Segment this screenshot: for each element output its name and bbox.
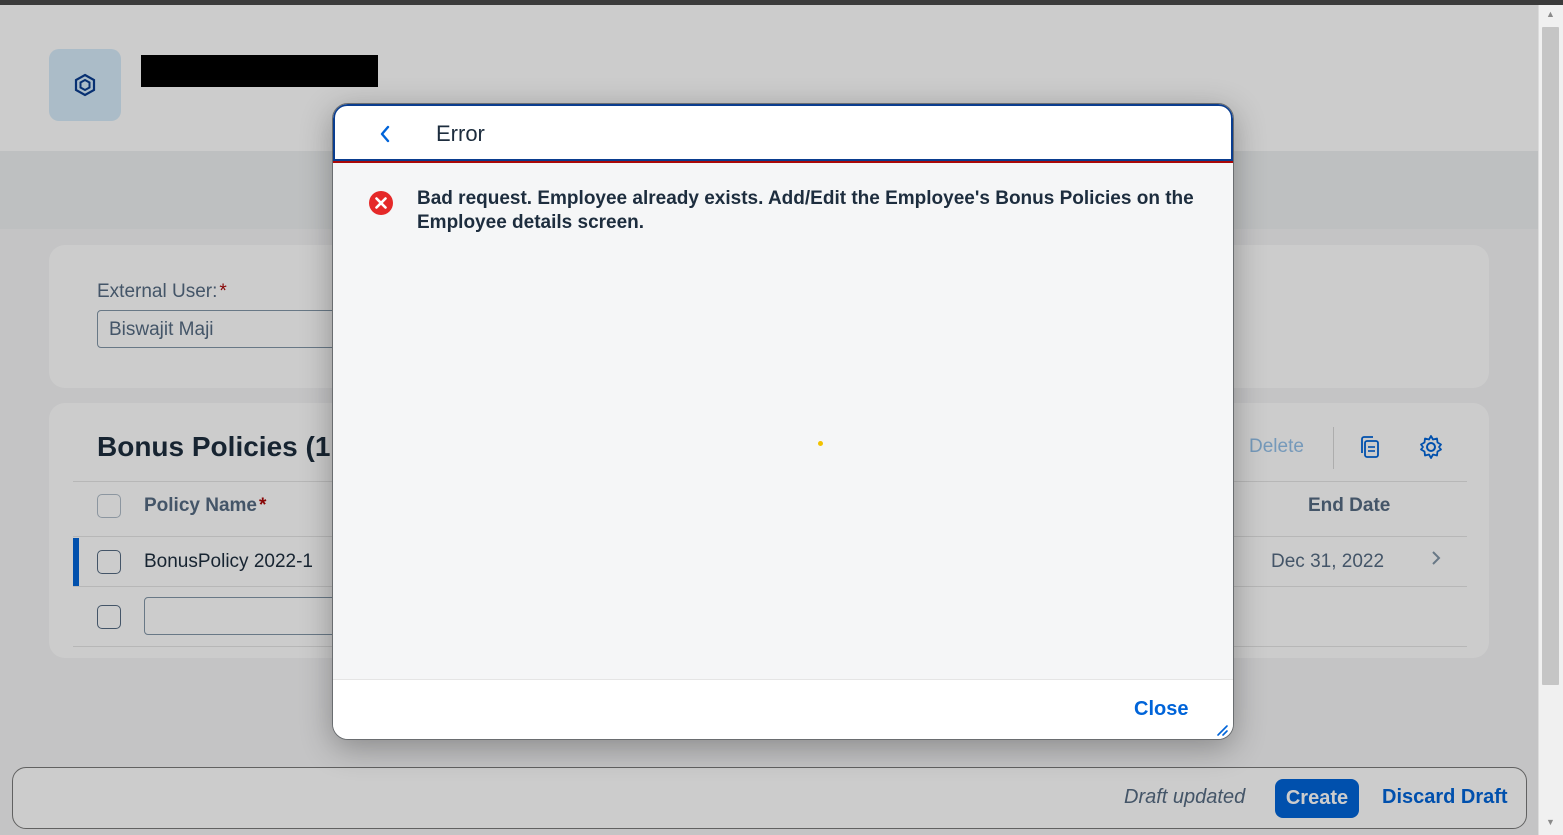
- resize-handle-icon[interactable]: [1215, 723, 1229, 737]
- error-dialog: Error Bad request. Employee already exis…: [332, 103, 1234, 740]
- error-state-line: [333, 161, 1233, 163]
- close-button[interactable]: Close: [1134, 698, 1188, 721]
- dialog-title: Error: [436, 121, 485, 146]
- busy-indicator: [818, 441, 823, 446]
- scroll-down-arrow-icon[interactable]: ▼: [1546, 817, 1555, 827]
- error-icon: [369, 191, 393, 215]
- dialog-footer: Close: [333, 679, 1233, 739]
- chevron-left-icon: [380, 125, 390, 143]
- scrollbar-thumb[interactable]: [1542, 27, 1559, 685]
- vertical-scrollbar[interactable]: ▲ ▼: [1538, 5, 1563, 835]
- back-button[interactable]: [373, 120, 397, 148]
- dialog-header: Error: [333, 104, 1233, 161]
- error-message: Bad request. Employee already exists. Ad…: [417, 188, 1194, 233]
- scroll-up-arrow-icon[interactable]: ▲: [1546, 9, 1555, 19]
